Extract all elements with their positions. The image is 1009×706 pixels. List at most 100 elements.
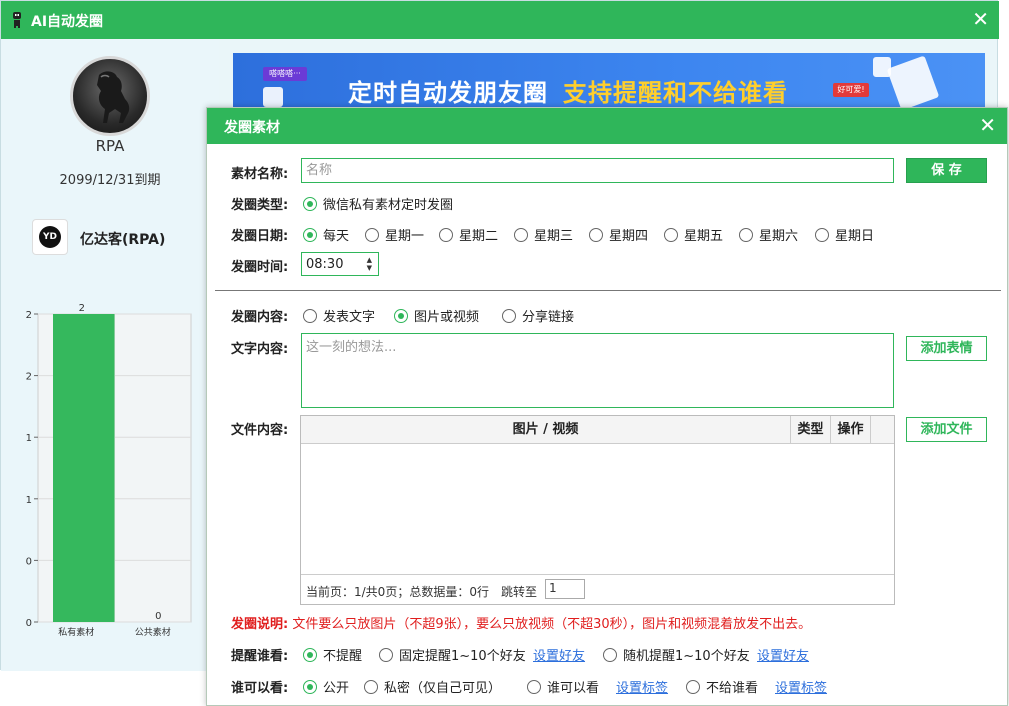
robot-icon xyxy=(13,12,21,28)
header-action: 操作 xyxy=(831,416,871,444)
visible-radio-1[interactable]: 私密（仅自己可见） xyxy=(364,677,501,696)
visible-radio-3[interactable]: 不给谁看 xyxy=(686,677,758,696)
date-radio-2[interactable]: 星期二 xyxy=(439,225,498,244)
visible-set-tags-link-1[interactable]: 设置标签 xyxy=(616,677,668,696)
radio-dot xyxy=(303,647,317,662)
header-type: 类型 xyxy=(791,416,831,444)
save-button[interactable]: 保 存 xyxy=(906,158,987,183)
table-footer: 当前页：1/共0页；总数据量：0行 跳转至 1 xyxy=(301,574,894,604)
visible-set-tags-link-2[interactable]: 设置标签 xyxy=(775,677,827,696)
radio-dot xyxy=(394,308,408,323)
y-tick-label: 1 xyxy=(26,495,32,506)
date-option-label: 星期四 xyxy=(609,229,649,244)
y-tick-label: 2 xyxy=(26,310,32,321)
y-tick-label: 1 xyxy=(26,433,32,444)
user-name: RPA xyxy=(95,137,125,155)
material-dialog: 发圈素材 ✕ 素材名称: 保 存 发圈类型: 微信私有素材定时发圈 发圈日期: … xyxy=(206,107,1008,706)
add-file-button[interactable]: 添加文件 xyxy=(906,417,987,442)
radio-dot xyxy=(365,227,379,242)
date-option-label: 星期一 xyxy=(385,229,425,244)
avatar[interactable] xyxy=(70,56,150,136)
page-jump-input[interactable]: 1 xyxy=(545,579,585,599)
horse-icon xyxy=(97,71,130,123)
content-option-label: 图片或视频 xyxy=(414,310,480,325)
company-logo-text: YD xyxy=(39,226,61,248)
spin-arrows-icon[interactable]: ▲ ▼ xyxy=(367,256,372,272)
name-input[interactable] xyxy=(302,159,893,182)
date-radio-0[interactable]: 每天 xyxy=(303,225,349,244)
name-field-box xyxy=(301,158,894,183)
radio-dot xyxy=(664,227,678,242)
text-label: 文字内容: xyxy=(231,342,289,357)
add-emoji-button[interactable]: 添加表情 xyxy=(906,336,987,361)
remind-option-label: 随机提醒1~10个好友 xyxy=(623,649,750,664)
date-radio-4[interactable]: 星期四 xyxy=(589,225,648,244)
visible-option-label: 私密（仅自己可见） xyxy=(384,681,502,696)
radio-dot xyxy=(686,679,700,694)
type-option-radio[interactable]: 微信私有素材定时发圈 xyxy=(303,194,453,213)
section-divider xyxy=(215,290,1001,291)
close-icon[interactable]: ✕ xyxy=(972,7,989,31)
y-tick-label: 2 xyxy=(26,372,32,383)
content-option-label: 分享链接 xyxy=(522,310,575,325)
date-option-label: 星期六 xyxy=(759,229,799,244)
remind-set-friends-link-1[interactable]: 设置好友 xyxy=(533,645,585,664)
visible-option-label: 谁可以看 xyxy=(547,681,600,696)
content-label: 发圈内容: xyxy=(231,310,289,325)
publish-note: 发圈说明: 文件要么只放图片（不超9张），要么只放视频（不超30秒），图片和视频… xyxy=(231,613,811,632)
banner-main-text: 定时自动发朋友圈 xyxy=(348,79,548,107)
date-radio-1[interactable]: 星期一 xyxy=(365,225,424,244)
radio-dot xyxy=(739,227,753,242)
jump-label: 跳转至 xyxy=(501,585,538,599)
expire-date: 2099/12/31到期 xyxy=(59,173,161,188)
time-spinner[interactable]: 08:30 ▲ ▼ xyxy=(301,252,379,276)
close-icon[interactable]: ✕ xyxy=(979,113,996,137)
content-radio-1[interactable]: 图片或视频 xyxy=(394,306,479,325)
text-content-input[interactable] xyxy=(302,334,893,407)
date-radio-6[interactable]: 星期六 xyxy=(739,225,798,244)
remind-option-label: 固定提醒1~10个好友 xyxy=(399,649,526,664)
remind-radio-1[interactable]: 固定提醒1~10个好友 xyxy=(379,645,526,664)
company-name: 亿达客(RPA) xyxy=(80,232,166,248)
date-option-label: 星期日 xyxy=(835,229,875,244)
content-radio-2[interactable]: 分享链接 xyxy=(502,306,574,325)
date-radio-5[interactable]: 星期五 xyxy=(664,225,723,244)
y-tick-label: 0 xyxy=(26,556,32,567)
radio-dot xyxy=(603,647,617,662)
radio-dot xyxy=(303,196,317,211)
date-radio-3[interactable]: 星期三 xyxy=(514,225,573,244)
remind-radio-2[interactable]: 随机提醒1~10个好友 xyxy=(603,645,750,664)
visible-radio-0[interactable]: 公开 xyxy=(303,677,349,696)
remind-radio-0[interactable]: 不提醒 xyxy=(303,645,362,664)
company-logo: YD xyxy=(32,219,68,255)
date-option-label: 星期三 xyxy=(534,229,574,244)
time-label: 发圈时间: xyxy=(231,260,289,275)
phone-illustration-icon xyxy=(886,55,940,111)
radio-dot xyxy=(439,227,453,242)
left-panel: RPA 2099/12/31到期 YD 亿达客(RPA) 2 2 1 1 0 0 2 私有素材… xyxy=(1,39,219,671)
date-label: 发圈日期: xyxy=(231,229,289,244)
promo-banner[interactable]: 嗒嗒嗒··· 定时自动发朋友圈 支持提醒和不给谁看 好可爱! xyxy=(233,53,985,113)
radio-dot xyxy=(303,679,317,694)
remind-set-friends-link-2[interactable]: 设置好友 xyxy=(757,645,809,664)
type-option-label: 微信私有素材定时发圈 xyxy=(323,198,454,213)
x-tick-label: 公共素材 xyxy=(135,626,171,638)
type-label: 发圈类型: xyxy=(231,198,289,213)
bar-0 xyxy=(53,314,115,622)
date-radio-7[interactable]: 星期日 xyxy=(815,225,874,244)
date-option-label: 每天 xyxy=(323,229,350,244)
visible-radio-2[interactable]: 谁可以看 xyxy=(527,677,599,696)
data-label: 0 xyxy=(155,611,161,622)
title-bar: AI自动发圈 ✕ xyxy=(1,1,999,39)
x-tick-label: 私有素材 xyxy=(58,626,94,638)
header-media: 图片 / 视频 xyxy=(301,416,791,444)
file-label: 文件内容: xyxy=(231,423,289,438)
visible-option-label: 不给谁看 xyxy=(706,681,759,696)
content-option-label: 发表文字 xyxy=(323,310,376,325)
radio-dot xyxy=(815,227,829,242)
text-field-box xyxy=(301,333,894,408)
content-radio-0[interactable]: 发表文字 xyxy=(303,306,375,325)
date-option-label: 星期五 xyxy=(684,229,724,244)
radio-dot xyxy=(379,647,393,662)
material-count-chart: 2 2 1 1 0 0 2 私有素材 0 公共素材 xyxy=(26,303,192,638)
